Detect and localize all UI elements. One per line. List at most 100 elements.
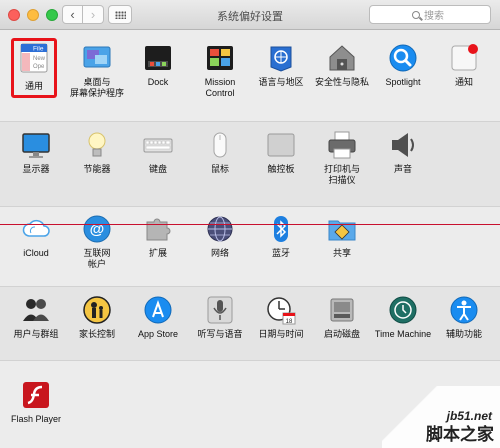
pane-label: 家长控制 bbox=[78, 329, 115, 339]
pane-label: 鼠标 bbox=[210, 164, 229, 174]
appstore-icon bbox=[143, 295, 173, 325]
pane-label: 用户与群组 bbox=[13, 329, 59, 339]
sharing-folder-icon bbox=[327, 214, 357, 244]
pane-label: 互联网 bbox=[83, 248, 111, 258]
pane-mouse[interactable]: 鼠标 bbox=[189, 130, 251, 175]
pane-label: 声音 bbox=[393, 164, 412, 174]
zoom-button[interactable] bbox=[46, 9, 58, 21]
pane-label-line2: 帐户 bbox=[87, 259, 106, 269]
pane-label-line2: 扫描仪 bbox=[328, 175, 356, 185]
pane-label: 节能器 bbox=[83, 164, 111, 174]
pane-users[interactable]: 用户与群组 bbox=[5, 295, 67, 340]
pane-date-time[interactable]: 18 日期与时间 bbox=[250, 295, 312, 340]
pane-security[interactable]: 安全性与隐私 bbox=[311, 43, 373, 88]
close-button[interactable] bbox=[8, 9, 20, 21]
mission-control-icon bbox=[205, 43, 235, 73]
system-preferences-window: ‹ › 系统偏好设置 搜索 File New Ope 通用 桌面与 屏幕保护程序… bbox=[0, 0, 500, 448]
pane-label: 辅助功能 bbox=[445, 329, 482, 339]
chevron-left-icon: ‹ bbox=[70, 7, 75, 22]
display-icon bbox=[21, 130, 51, 160]
search-field[interactable]: 搜索 bbox=[369, 5, 491, 24]
pane-label: Spotlight bbox=[385, 77, 421, 87]
pane-label: 扩展 bbox=[148, 248, 167, 258]
pane-label: 触控板 bbox=[267, 164, 295, 174]
pane-icloud[interactable]: iCloud bbox=[5, 214, 67, 259]
bluetooth-icon bbox=[266, 214, 296, 244]
pane-printers[interactable]: 打印机与 扫描仪 bbox=[311, 130, 373, 186]
dock-icon bbox=[143, 43, 173, 73]
pane-label: 安全性与隐私 bbox=[314, 77, 369, 87]
pane-label: 桌面与 bbox=[83, 77, 111, 87]
pane-notifications[interactable]: 通知 bbox=[433, 43, 495, 88]
pane-parental[interactable]: 家长控制 bbox=[66, 295, 128, 340]
pane-label: 网络 bbox=[210, 248, 229, 258]
pane-bluetooth[interactable]: 蓝牙 bbox=[250, 214, 312, 259]
pane-internet-accounts[interactable]: @ 互联网 帐户 bbox=[66, 214, 128, 270]
show-all-button[interactable] bbox=[108, 5, 132, 24]
highlight-box bbox=[11, 38, 57, 98]
bulb-icon bbox=[82, 130, 112, 160]
mouse-icon bbox=[205, 130, 235, 160]
watermark-name: 脚本之家 bbox=[426, 425, 494, 444]
pane-label: 启动磁盘 bbox=[323, 329, 360, 339]
trackpad-icon bbox=[266, 130, 296, 160]
annotation-line bbox=[0, 224, 500, 225]
pane-label: 听写与语音 bbox=[197, 329, 243, 339]
toolbar: ‹ › 系统偏好设置 搜索 bbox=[0, 0, 500, 30]
puzzle-icon bbox=[143, 214, 173, 244]
security-icon bbox=[327, 43, 357, 73]
nav-buttons: ‹ › bbox=[62, 5, 104, 24]
spotlight-icon bbox=[388, 43, 418, 73]
pane-label: 日期与时间 bbox=[258, 329, 304, 339]
language-icon bbox=[266, 43, 296, 73]
flash-icon bbox=[21, 380, 51, 410]
keyboard-icon bbox=[143, 130, 173, 160]
pane-flash-player[interactable]: Flash Player bbox=[5, 380, 67, 425]
pane-label: 共享 bbox=[332, 248, 351, 258]
pane-network[interactable]: 网络 bbox=[189, 214, 251, 259]
back-button[interactable]: ‹ bbox=[62, 5, 83, 24]
pane-sound[interactable]: 声音 bbox=[372, 130, 434, 175]
pane-label: 通知 bbox=[454, 77, 473, 87]
pane-startup-disk[interactable]: 启动磁盘 bbox=[311, 295, 373, 340]
pane-energy[interactable]: 节能器 bbox=[66, 130, 128, 175]
chevron-right-icon: › bbox=[90, 7, 96, 22]
window-title: 系统偏好设置 bbox=[217, 11, 283, 23]
pane-trackpad[interactable]: 触控板 bbox=[250, 130, 312, 175]
time-machine-icon bbox=[388, 295, 418, 325]
pane-accessibility[interactable]: 辅助功能 bbox=[433, 295, 495, 340]
at-icon: @ bbox=[82, 214, 112, 244]
pane-dictation[interactable]: 听写与语音 bbox=[189, 295, 251, 340]
pane-label: Mission bbox=[204, 77, 236, 87]
speaker-icon bbox=[388, 130, 418, 160]
pane-dock[interactable]: Dock bbox=[127, 43, 189, 88]
pane-language[interactable]: 语言与地区 bbox=[250, 43, 312, 88]
pane-mission-control[interactable]: Mission Control bbox=[189, 43, 251, 99]
search-icon bbox=[412, 10, 420, 19]
pane-label-line2: Control bbox=[205, 88, 235, 98]
microphone-icon bbox=[205, 295, 235, 325]
pane-keyboard[interactable]: 键盘 bbox=[127, 130, 189, 175]
svg-text:18: 18 bbox=[286, 319, 293, 325]
pane-sharing[interactable]: 共享 bbox=[311, 214, 373, 259]
forward-button[interactable]: › bbox=[83, 5, 104, 24]
notifications-icon bbox=[449, 43, 479, 73]
pane-label: App Store bbox=[137, 329, 179, 339]
pane-time-machine[interactable]: Time Machine bbox=[372, 295, 434, 340]
grid-icon bbox=[114, 10, 126, 19]
accessibility-icon bbox=[449, 295, 479, 325]
cloud-icon bbox=[21, 214, 51, 244]
pane-label: Time Machine bbox=[374, 329, 432, 339]
parental-icon bbox=[82, 295, 112, 325]
pane-displays[interactable]: 显示器 bbox=[5, 130, 67, 175]
pane-label: 蓝牙 bbox=[271, 248, 290, 258]
pane-app-store[interactable]: App Store bbox=[127, 295, 189, 340]
pane-spotlight[interactable]: Spotlight bbox=[372, 43, 434, 88]
pane-desktop[interactable]: 桌面与 屏幕保护程序 bbox=[66, 43, 128, 99]
disk-icon bbox=[327, 295, 357, 325]
clock-icon: 18 bbox=[266, 295, 296, 325]
globe-icon bbox=[205, 214, 235, 244]
minimize-button[interactable] bbox=[27, 9, 39, 21]
pane-label: Flash Player bbox=[10, 414, 62, 424]
pane-extensions[interactable]: 扩展 bbox=[127, 214, 189, 259]
